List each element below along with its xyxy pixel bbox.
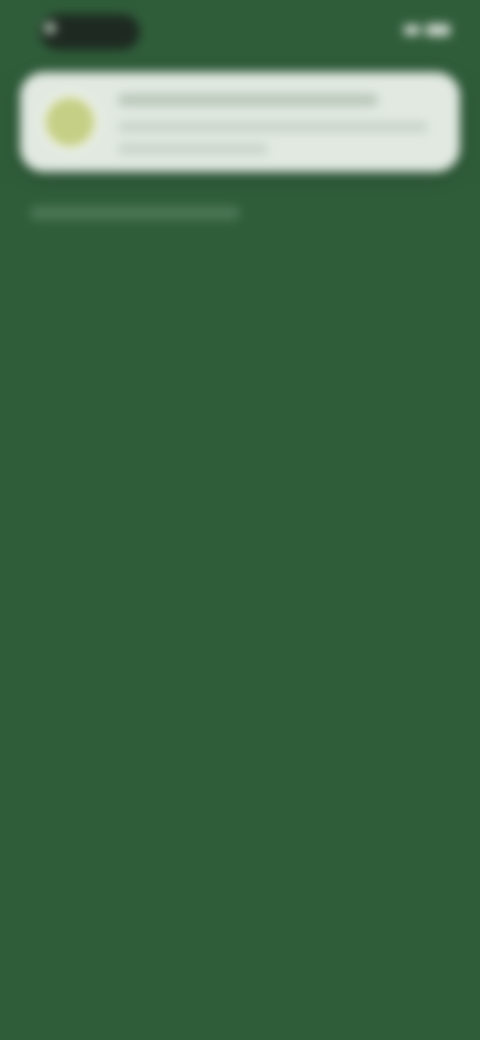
tap-area[interactable]	[0, 0, 480, 1040]
